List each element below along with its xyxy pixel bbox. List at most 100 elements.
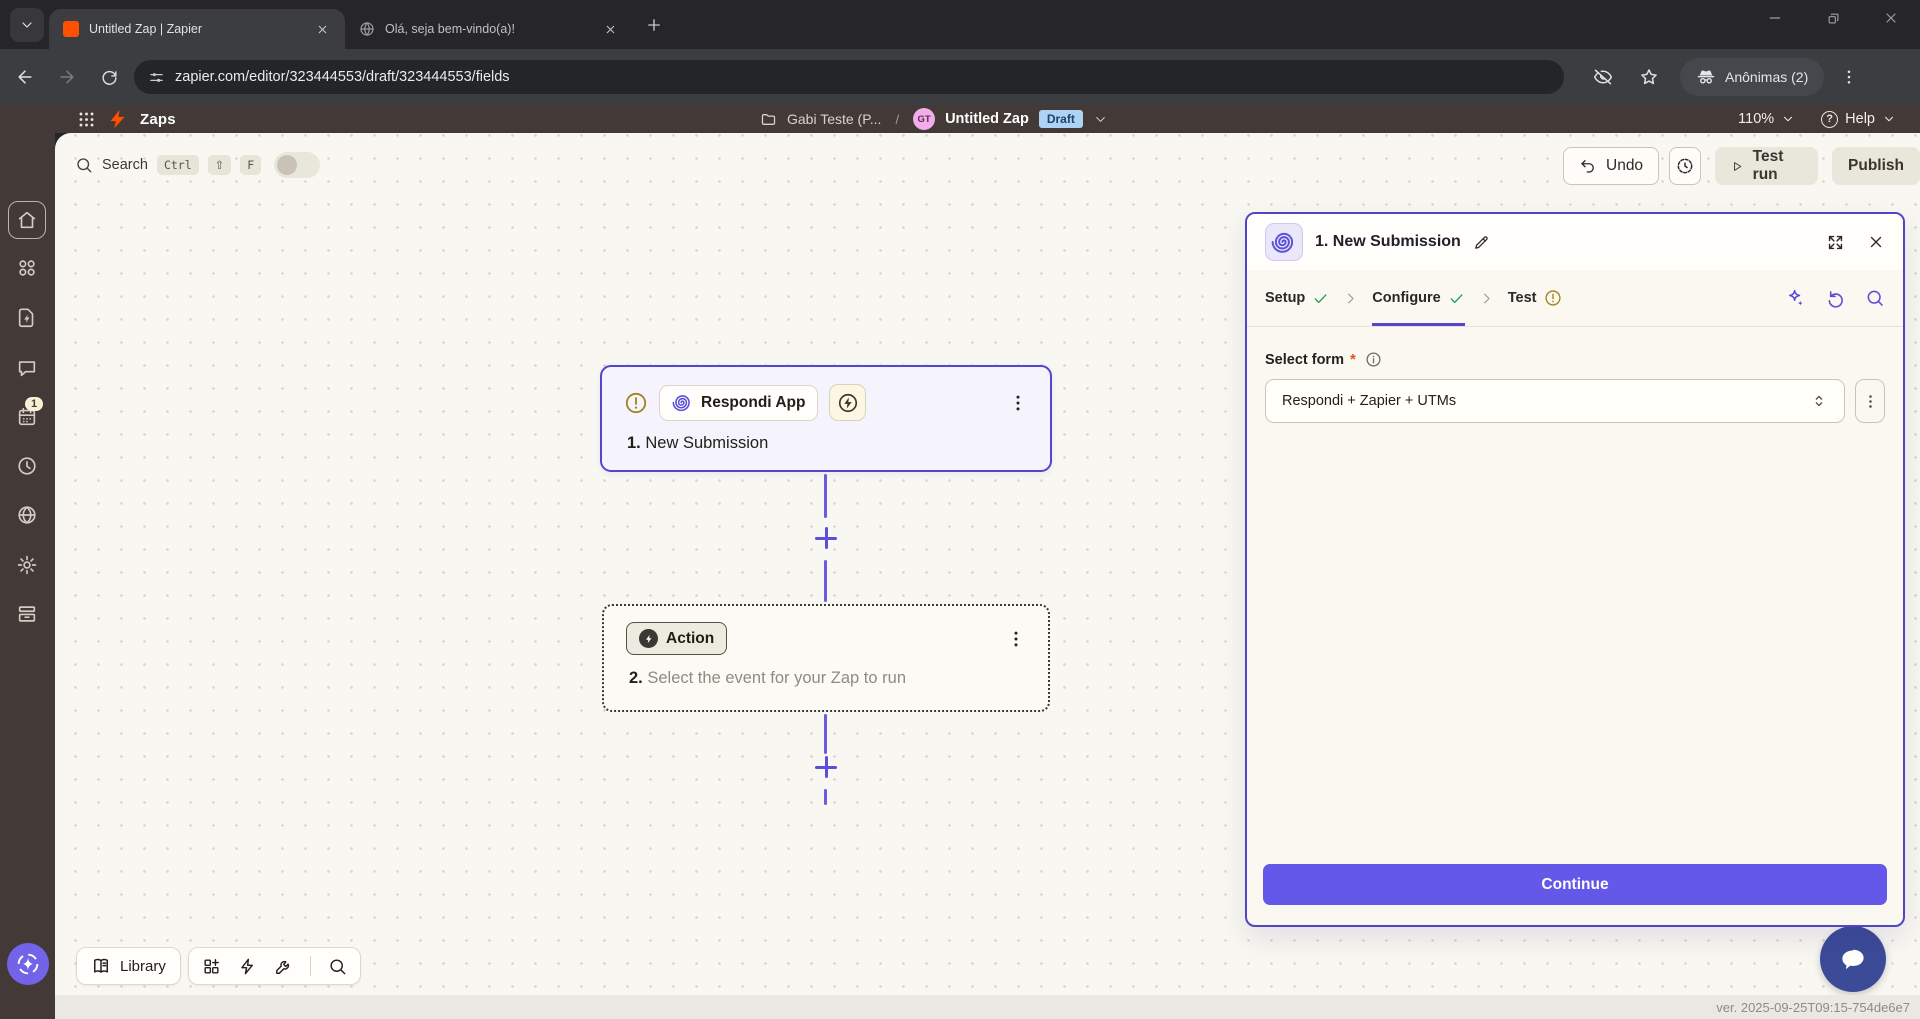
copilot-button[interactable]	[7, 943, 49, 985]
library-button[interactable]: Library	[76, 947, 181, 985]
browser-tab-active[interactable]: Untitled Zap | Zapier	[49, 9, 345, 49]
info-icon[interactable]	[1365, 351, 1382, 368]
forward-button[interactable]	[50, 60, 84, 94]
history-clock-icon[interactable]	[16, 455, 38, 477]
publish-button[interactable]: Publish	[1832, 147, 1920, 185]
bookmark-star-icon[interactable]	[1632, 60, 1666, 94]
refresh-icon[interactable]	[1825, 288, 1846, 309]
reload-button[interactable]	[92, 60, 126, 94]
wrench-icon[interactable]	[274, 957, 293, 976]
step-card-trigger[interactable]: Respondi App 1. New Submission	[600, 365, 1052, 472]
chevron-right-icon	[1483, 293, 1490, 303]
step-title: 1. New Submission	[624, 434, 1028, 453]
new-tab-button[interactable]	[641, 12, 667, 38]
close-icon[interactable]	[1867, 233, 1885, 251]
eye-slash-icon[interactable]	[1586, 60, 1620, 94]
zoom-search-icon[interactable]	[328, 957, 347, 976]
tab-close-icon[interactable]	[601, 20, 619, 38]
step-card-action[interactable]: Action 2. Select the event for your Zap …	[602, 604, 1050, 712]
action-pill-label: Action	[666, 629, 715, 647]
canvas-action-buttons: Undo Test run Publish	[1563, 147, 1920, 185]
back-button[interactable]	[8, 60, 42, 94]
tab-setup[interactable]: Setup	[1265, 270, 1329, 326]
circled-bolt-icon	[838, 393, 858, 412]
interfaces-chat-icon[interactable]	[16, 357, 38, 379]
minimize-button[interactable]	[1746, 0, 1804, 36]
product-label[interactable]: Zaps	[140, 111, 176, 128]
help-menu[interactable]: ? Help	[1821, 110, 1896, 128]
action-pill[interactable]: Action	[626, 622, 728, 655]
template-file-icon[interactable]	[16, 307, 38, 329]
expand-icon[interactable]	[1826, 233, 1845, 252]
chevron-down-icon	[1884, 116, 1894, 122]
chat-fab-button[interactable]	[1820, 926, 1886, 992]
apps-grid-plus-icon[interactable]	[202, 957, 221, 976]
tab-configure[interactable]: Configure	[1372, 270, 1465, 326]
respondi-app-icon	[672, 395, 690, 412]
trigger-type-button[interactable]	[829, 384, 867, 421]
connector-line	[824, 560, 827, 602]
panel-header: 1. New Submission	[1247, 214, 1903, 270]
url-input[interactable]: zapier.com/editor/323444553/draft/323444…	[134, 60, 1564, 94]
ai-sparkle-icon[interactable]	[1785, 288, 1806, 309]
toggle-knob	[277, 155, 298, 175]
incognito-icon	[1697, 70, 1715, 84]
copilot-compass-icon	[17, 953, 39, 975]
field-menu-kebab[interactable]	[1855, 379, 1885, 423]
tab-title: Untitled Zap | Zapier	[89, 22, 203, 36]
browser-menu-kebab[interactable]	[1832, 60, 1866, 94]
tab-test[interactable]: Test	[1508, 270, 1562, 326]
search-icon[interactable]	[1865, 288, 1885, 308]
globe-icon[interactable]	[16, 504, 38, 526]
search-toggle[interactable]	[274, 152, 321, 178]
zoom-level-control[interactable]: 110%	[1738, 111, 1795, 127]
incognito-profile-badge[interactable]: Anônimas (2)	[1680, 58, 1825, 96]
zapier-favicon	[63, 21, 79, 37]
chevron-down-icon[interactable]	[1093, 112, 1108, 127]
tab-label: Configure	[1372, 290, 1441, 306]
browser-tab-inactive[interactable]: Olá, seja bem-vindo(a)!	[345, 9, 633, 49]
settings-gear-icon[interactable]	[16, 554, 38, 576]
tab-close-icon[interactable]	[313, 20, 331, 38]
left-sidebar: 1	[0, 105, 55, 1019]
key-ctrl: Ctrl	[156, 155, 199, 175]
zaps-circles-icon[interactable]	[16, 257, 38, 279]
connector-line	[824, 714, 827, 754]
library-book-icon	[94, 958, 108, 973]
zapier-logo-icon[interactable]	[108, 109, 128, 129]
check-icon	[1450, 293, 1463, 303]
app-pill-label: Respondi App	[701, 393, 806, 411]
add-step-button[interactable]	[815, 527, 837, 549]
tab-search-button[interactable]	[10, 8, 44, 42]
zoom-level: 110%	[1738, 111, 1775, 127]
stepper-chevrons-icon	[1815, 395, 1823, 407]
select-form-dropdown[interactable]: Respondi + Zapier + UTMs	[1265, 379, 1845, 423]
globe-icon	[360, 22, 374, 36]
zap-title[interactable]: Untitled Zap	[945, 111, 1029, 127]
restore-button[interactable]	[1804, 0, 1862, 36]
page-bottom-strip: ver. 2025-09-25T09:15-754de6e7	[55, 995, 1920, 1019]
workspace-name[interactable]: Gabi Teste (P...	[787, 111, 881, 127]
canvas-search-control[interactable]: Search Ctrl ⇧ F	[75, 152, 321, 178]
edit-pencil-icon[interactable]	[1473, 234, 1490, 251]
key-f: F	[240, 155, 262, 175]
close-window-button[interactable]	[1862, 0, 1920, 36]
home-icon[interactable]	[16, 209, 38, 231]
bolt-icon[interactable]	[238, 957, 257, 976]
app-launcher-icon[interactable]	[77, 110, 96, 129]
url-text: zapier.com/editor/323444553/draft/323444…	[175, 69, 510, 85]
help-label: Help	[1845, 111, 1875, 127]
version-text: ver. 2025-09-25T09:15-754de6e7	[1716, 999, 1910, 1015]
tables-drawer-icon[interactable]	[16, 603, 38, 625]
step-menu-kebab[interactable]	[1008, 393, 1028, 413]
step-menu-kebab[interactable]	[1006, 629, 1026, 649]
history-timer-button[interactable]	[1669, 147, 1702, 185]
undo-button[interactable]: Undo	[1563, 147, 1660, 185]
site-info-icon[interactable]	[148, 69, 165, 86]
test-run-button[interactable]: Test run	[1715, 147, 1819, 185]
continue-button[interactable]: Continue	[1263, 864, 1887, 905]
add-step-button[interactable]	[815, 756, 837, 778]
profile-label: Anônimas (2)	[1725, 69, 1809, 85]
browser-tab-strip: Untitled Zap | Zapier Olá, seja bem-vind…	[0, 0, 1920, 49]
app-pill-respondi[interactable]: Respondi App	[659, 384, 819, 421]
